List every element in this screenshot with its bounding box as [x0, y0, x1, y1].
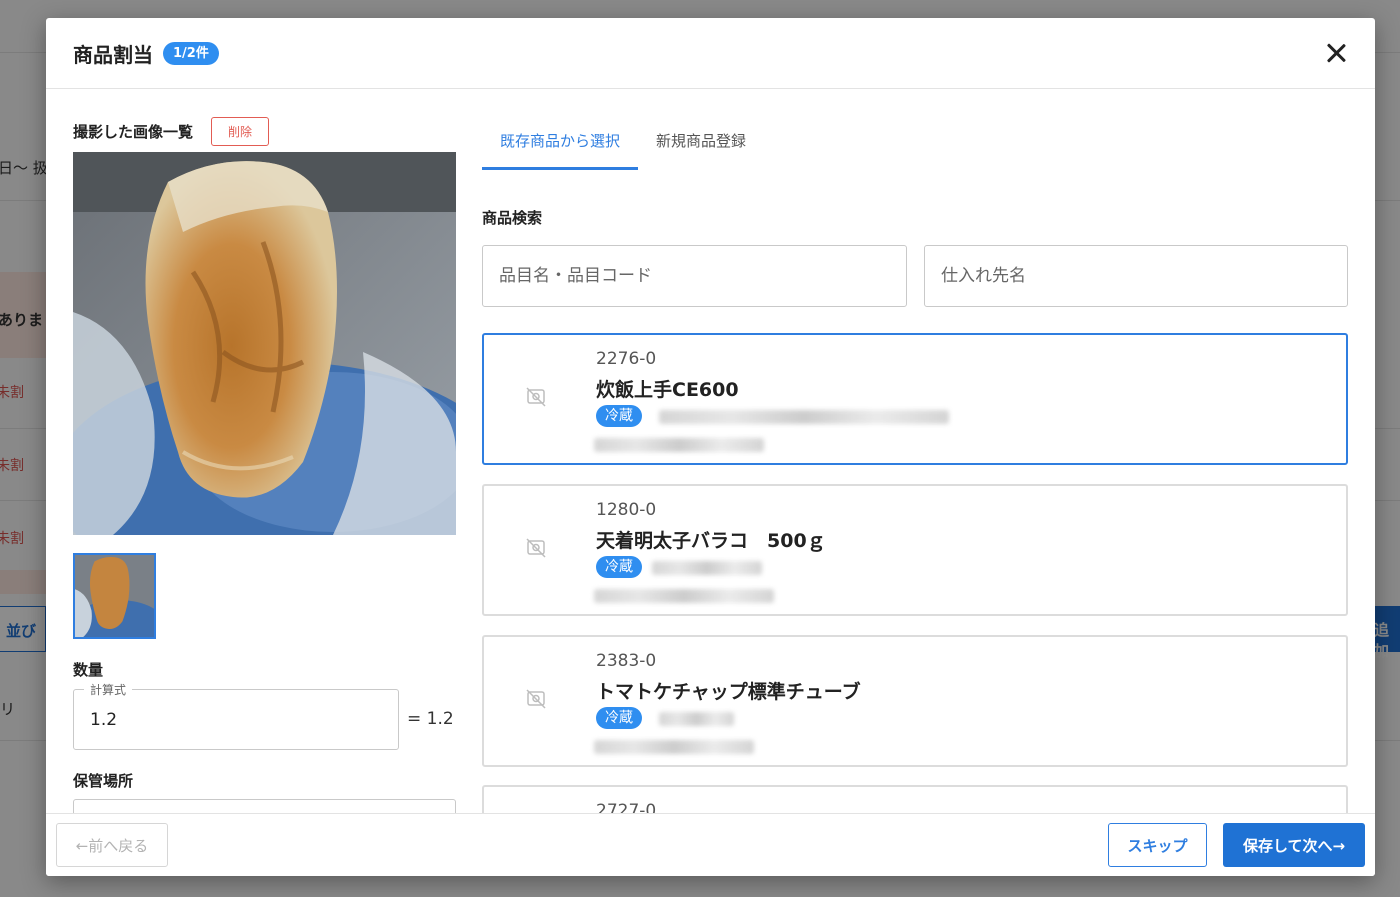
product-select-panel: 既存商品から選択 新規商品登録 商品検索 2276-0 炊飯上手CE600 冷蔵 [482, 90, 1348, 813]
storage-tag: 冷蔵 [596, 556, 642, 578]
search-label: 商品検索 [482, 209, 543, 227]
tab-new-product[interactable]: 新規商品登録 [638, 130, 764, 170]
product-card[interactable]: 2383-0 トマトケチャップ標準チューブ 冷蔵 [482, 635, 1348, 767]
modal-body: 撮影した画像一覧 削除 数量 計算式 1.2 = 1.2 保管場所 既存商品から… [46, 90, 1375, 813]
tab-existing-products[interactable]: 既存商品から選択 [482, 130, 639, 170]
modal-title: 商品割当 [73, 42, 153, 67]
no-image-icon [526, 387, 546, 407]
redacted-text [652, 561, 762, 575]
no-image-icon [526, 538, 546, 558]
product-card[interactable]: 2727-0 [482, 785, 1348, 813]
formula-legend: 計算式 [84, 681, 133, 698]
redacted-text [659, 712, 734, 726]
delete-image-button[interactable]: 削除 [211, 117, 270, 146]
product-code: 2276-0 [596, 349, 657, 369]
product-photo-image [73, 152, 456, 535]
photo-thumbnail[interactable] [73, 553, 156, 639]
product-name: 炊飯上手CE600 [596, 379, 739, 401]
modal-footer: ←前へ戻る スキップ 保存して次へ→ [46, 813, 1375, 876]
skip-button[interactable]: スキップ [1108, 823, 1207, 867]
product-card[interactable]: 1280-0 天着明太子バラコ 500ｇ 冷蔵 [482, 484, 1348, 616]
storage-location-field[interactable] [73, 799, 456, 813]
product-name: 天着明太子バラコ 500ｇ [596, 530, 826, 552]
close-icon[interactable] [1323, 40, 1349, 66]
product-name: トマトケチャップ標準チューブ [596, 681, 861, 703]
product-card[interactable]: 2276-0 炊飯上手CE600 冷蔵 [482, 333, 1348, 465]
thumbnail-image [75, 555, 154, 637]
tab-bar: 既存商品から選択 新規商品登録 [482, 130, 764, 170]
product-code: 2727-0 [596, 801, 657, 813]
product-assign-modal: 商品割当 1/2件 撮影した画像一覧 削除 数量 計算式 1.2 = 1.2 保… [46, 18, 1375, 876]
quantity-label: 数量 [73, 661, 104, 679]
product-code: 1280-0 [596, 500, 657, 520]
count-badge: 1/2件 [163, 41, 219, 65]
redacted-text [594, 438, 764, 452]
quantity-formula-field[interactable]: 計算式 1.2 [73, 681, 399, 750]
storage-label: 保管場所 [73, 772, 134, 790]
redacted-text [594, 589, 774, 603]
images-header: 撮影した画像一覧 削除 [73, 117, 270, 146]
image-panel: 撮影した画像一覧 削除 数量 計算式 1.2 = 1.2 保管場所 [73, 90, 456, 813]
storage-tag: 冷蔵 [596, 707, 642, 729]
formula-value: 1.2 [90, 710, 118, 730]
storage-tag: 冷蔵 [596, 405, 642, 427]
product-code: 2383-0 [596, 651, 657, 671]
redacted-text [594, 740, 754, 754]
save-next-button[interactable]: 保存して次へ→ [1223, 823, 1365, 867]
back-button[interactable]: ←前へ戻る [56, 823, 168, 867]
formula-result: = 1.2 [407, 709, 454, 729]
item-search-input[interactable] [482, 245, 907, 307]
supplier-search-input[interactable] [924, 245, 1348, 307]
redacted-text [659, 410, 949, 424]
main-photo [73, 152, 456, 535]
no-image-icon [526, 689, 546, 709]
images-label: 撮影した画像一覧 [73, 123, 194, 141]
modal-header: 商品割当 1/2件 [46, 18, 1375, 89]
